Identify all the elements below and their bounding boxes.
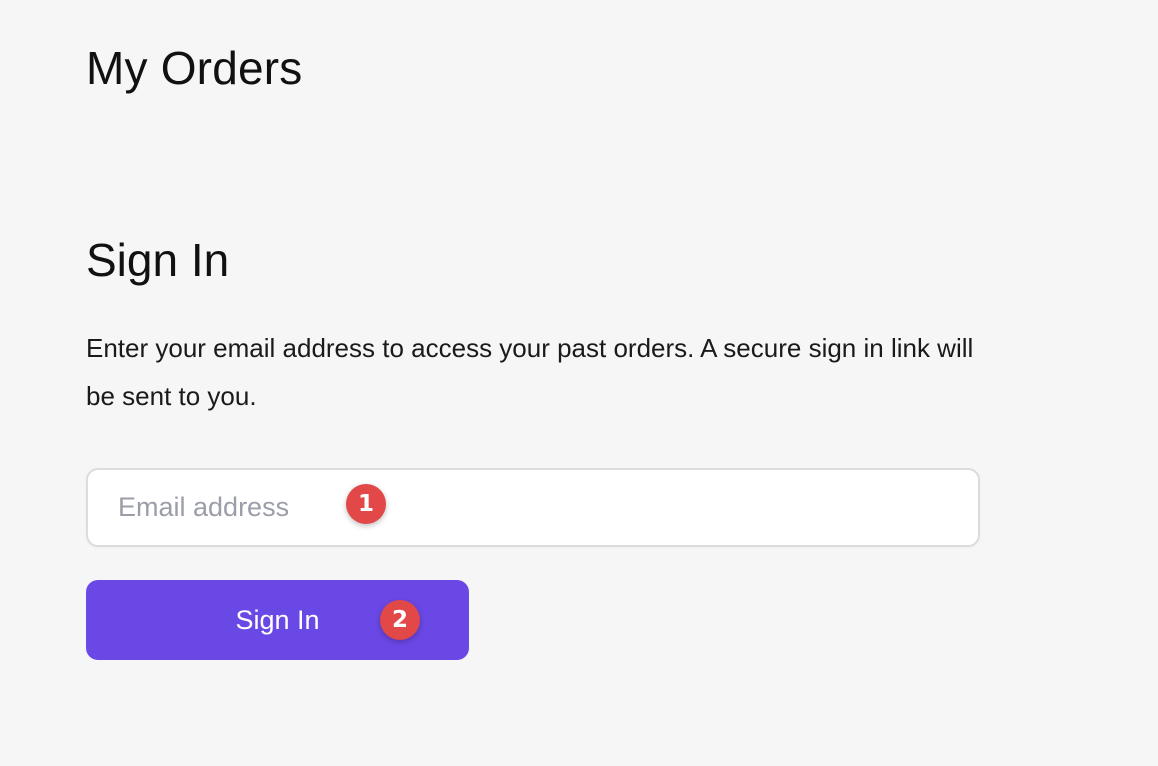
page-title: My Orders xyxy=(86,42,303,94)
annotation-marker-2: 2 xyxy=(380,600,420,640)
email-field-container xyxy=(86,468,980,547)
email-input[interactable] xyxy=(86,468,980,547)
signin-description: Enter your email address to access your … xyxy=(86,333,974,411)
annotation-marker-1: 1 xyxy=(346,484,386,524)
signin-heading: Sign In xyxy=(86,234,230,286)
